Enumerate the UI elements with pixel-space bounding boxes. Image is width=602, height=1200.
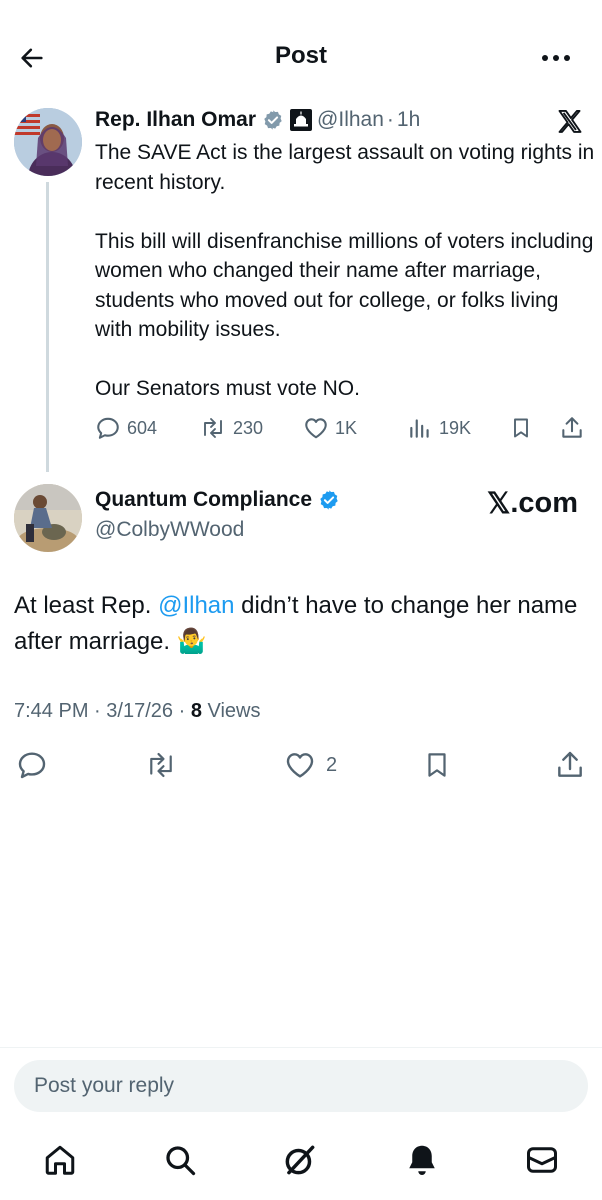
like-button[interactable]: 1K: [303, 412, 357, 444]
avatar[interactable]: [14, 108, 82, 176]
verified-gray-icon: [262, 109, 284, 131]
messages-icon: [527, 1147, 557, 1173]
bookmark-button[interactable]: [422, 748, 452, 782]
views-button[interactable]: 19K: [407, 412, 471, 444]
reply-icon: [97, 417, 119, 439]
notifications-bell-icon: [409, 1145, 435, 1175]
xcom-watermark: 𝕏 .com: [487, 486, 578, 521]
author-handle[interactable]: @Ilhan: [317, 108, 384, 132]
x-logo-icon: 𝕏: [486, 488, 511, 520]
more-horizontal-icon: [542, 55, 570, 61]
avatar-image: [14, 108, 82, 176]
tab-home[interactable]: [38, 1138, 82, 1182]
page-title: Post: [274, 42, 327, 69]
x-logo-icon: [556, 108, 584, 136]
like-count: 2: [326, 753, 338, 776]
view-count: 19K: [439, 417, 472, 438]
repost-icon: [204, 418, 222, 438]
top-bar: Post: [0, 0, 602, 110]
capitol-icon: [290, 109, 313, 131]
author-name[interactable]: Quantum Compliance: [95, 488, 312, 512]
avatar-image: [14, 484, 82, 552]
avatar[interactable]: [14, 484, 82, 552]
bookmark-icon: [514, 418, 528, 438]
reply-input[interactable]: [14, 1060, 588, 1112]
repost-icon: [150, 752, 172, 778]
parent-post-actions: 604 230 1K 19K: [95, 412, 590, 444]
post-paragraph: The SAVE Act is the largest assault on v…: [95, 141, 595, 194]
tab-messages[interactable]: [520, 1138, 564, 1182]
share-icon: [562, 417, 582, 438]
reply-composer: [0, 1047, 602, 1115]
verified-blue-icon: [318, 489, 340, 511]
more-options-button[interactable]: [536, 40, 576, 76]
search-icon: [166, 1146, 196, 1176]
author-handle[interactable]: @ColbyWWood: [95, 518, 244, 542]
parent-post-header: Rep. Ilhan Omar @Ilhan · 1h: [95, 106, 420, 134]
post-meta: 7:44 PM · 3/17/26 · 8 Views: [14, 700, 261, 723]
author-name[interactable]: Rep. Ilhan Omar: [95, 108, 256, 132]
bookmark-icon: [428, 753, 446, 777]
reply-count: 604: [127, 417, 158, 438]
share-button[interactable]: [554, 748, 586, 782]
post-paragraph: This bill will disenfranchise millions o…: [95, 229, 594, 342]
grok-icon: [285, 1145, 315, 1175]
post-date: 3/17/26: [106, 700, 174, 722]
post-text-start: At least Rep.: [14, 592, 159, 619]
tab-notifications[interactable]: [400, 1138, 444, 1182]
meta-separator: ·: [94, 700, 101, 722]
parent-post[interactable]: Rep. Ilhan Omar @Ilhan · 1h The SAVE Act…: [0, 100, 602, 472]
meta-separator: ·: [386, 108, 394, 131]
share-icon: [558, 751, 582, 777]
home-icon: [45, 1145, 75, 1175]
parent-post-text: The SAVE Act is the largest assault on v…: [95, 138, 595, 404]
reply-button[interactable]: [16, 748, 48, 782]
like-button[interactable]: 2: [284, 748, 337, 782]
watermark-text: .com: [510, 487, 578, 519]
repost-button[interactable]: 230: [199, 412, 263, 444]
tab-search[interactable]: [158, 1138, 202, 1182]
post-time[interactable]: 1h: [397, 108, 420, 132]
analytics-icon: [410, 419, 429, 438]
view-count[interactable]: 8: [191, 700, 202, 722]
post-time: 7:44 PM: [14, 700, 89, 722]
like-count: 1K: [335, 417, 358, 438]
reply-icon: [18, 752, 46, 779]
thread-connector: [46, 182, 49, 472]
meta-separator: ·: [178, 700, 186, 722]
bookmark-button[interactable]: [509, 412, 533, 444]
post-paragraph: Our Senators must vote NO.: [95, 377, 360, 400]
post-actions: 2: [0, 748, 602, 782]
heart-icon: [305, 418, 327, 439]
bottom-navigation: [0, 1128, 602, 1200]
post-text: At least Rep. @Ilhan didn’t have to chan…: [14, 588, 594, 660]
heart-icon: [286, 753, 314, 778]
share-button[interactable]: [559, 412, 585, 444]
post-header: Quantum Compliance: [95, 488, 340, 512]
repost-count: 230: [233, 417, 264, 438]
reply-button[interactable]: 604: [95, 412, 157, 444]
tab-grok[interactable]: [278, 1138, 322, 1182]
repost-button[interactable]: [144, 748, 178, 782]
mention-link[interactable]: @Ilhan: [158, 592, 234, 619]
views-label[interactable]: Views: [208, 700, 261, 722]
